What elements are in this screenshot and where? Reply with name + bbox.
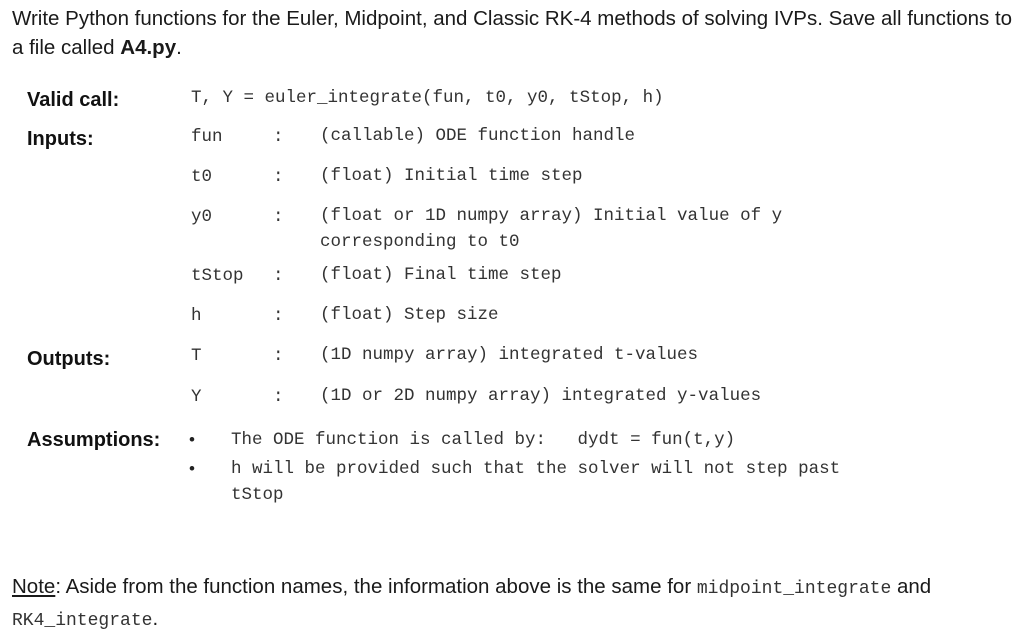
note-text: : Aside from the function names, the inf… <box>55 575 697 598</box>
rk4-function-name: RK4_integrate <box>12 611 153 631</box>
input-desc: (float) Step size <box>320 305 499 325</box>
input-name: t0 <box>191 167 213 187</box>
inputs-label: Inputs: <box>27 128 94 150</box>
input-colon: : <box>273 167 284 187</box>
note-and: and <box>891 575 932 598</box>
input-desc: (float) Final time step <box>320 265 562 285</box>
input-desc: (float or 1D numpy array) Initial value … <box>320 206 783 252</box>
input-name: tStop <box>191 266 244 286</box>
input-colon: : <box>273 306 284 326</box>
note-period: . <box>152 607 159 630</box>
output-name: T <box>191 346 202 366</box>
input-name: h <box>191 306 202 326</box>
output-colon: : <box>273 346 284 366</box>
midpoint-function-name: midpoint_integrate <box>696 579 892 599</box>
input-colon: : <box>273 207 284 227</box>
input-name: fun <box>191 127 223 147</box>
note-label: Note <box>12 575 56 598</box>
intro-paragraph: Write Python functions for the Euler, Mi… <box>12 4 1017 62</box>
valid-call-code: T, Y = euler_integrate(fun, t0, y0, tSto… <box>191 88 664 108</box>
assumption-text: The ODE function is called by: dydt = fu… <box>231 430 736 450</box>
output-name: Y <box>191 387 202 407</box>
input-desc: (callable) ODE function handle <box>320 126 636 146</box>
bullet-icon: • <box>189 430 195 449</box>
outputs-label: Outputs: <box>27 348 111 370</box>
intro-period: . <box>176 36 182 59</box>
output-desc: (1D numpy array) integrated t-values <box>320 345 699 365</box>
input-colon: : <box>273 127 284 147</box>
assumption-text: h will be provided such that the solver … <box>231 459 841 505</box>
bullet-icon: • <box>189 459 195 478</box>
output-desc: (1D or 2D numpy array) integrated y-valu… <box>320 386 762 406</box>
input-colon: : <box>273 266 284 286</box>
filename: A4.py <box>120 36 177 59</box>
note-paragraph: Note: Aside from the function names, the… <box>12 572 1022 636</box>
input-desc: (float) Initial time step <box>320 166 583 186</box>
assumptions-label: Assumptions: <box>27 429 161 451</box>
input-name: y0 <box>191 207 213 227</box>
valid-call-label: Valid call: <box>27 89 120 111</box>
output-colon: : <box>273 387 284 407</box>
